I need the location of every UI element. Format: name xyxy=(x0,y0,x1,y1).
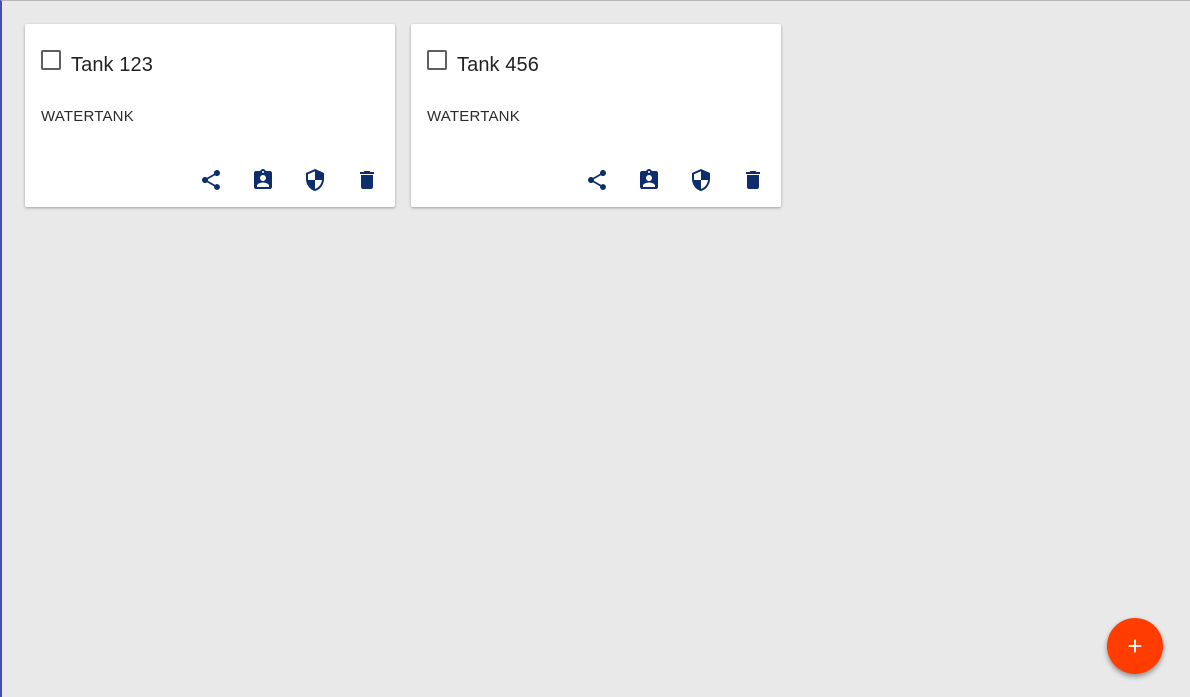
device-list-page: Tank 123 WATERTANK Tank 456 WATERTANK xyxy=(0,0,1190,697)
assignment-ind-icon xyxy=(637,168,661,192)
card-grid: Tank 123 WATERTANK Tank 456 WATERTANK xyxy=(25,24,781,207)
share-button[interactable] xyxy=(571,166,623,194)
delete-button[interactable] xyxy=(727,166,779,194)
security-button[interactable] xyxy=(289,166,341,194)
share-icon xyxy=(585,168,609,192)
shield-icon xyxy=(303,168,327,192)
delete-icon xyxy=(741,168,765,192)
device-card: Tank 456 WATERTANK xyxy=(411,24,781,207)
card-type: WATERTANK xyxy=(427,108,520,125)
card-actions xyxy=(571,166,779,194)
delete-button[interactable] xyxy=(341,166,393,194)
card-select-checkbox[interactable] xyxy=(41,50,61,70)
add-icon xyxy=(1124,635,1146,657)
card-type: WATERTANK xyxy=(41,108,134,125)
card-title: Tank 123 xyxy=(71,54,153,76)
assignment-ind-icon xyxy=(251,168,275,192)
security-button[interactable] xyxy=(675,166,727,194)
card-title: Tank 456 xyxy=(457,54,539,76)
share-icon xyxy=(199,168,223,192)
assign-user-button[interactable] xyxy=(623,166,675,194)
card-actions xyxy=(185,166,393,194)
shield-icon xyxy=(689,168,713,192)
add-device-button[interactable] xyxy=(1107,618,1163,674)
assign-user-button[interactable] xyxy=(237,166,289,194)
card-select-checkbox[interactable] xyxy=(427,50,447,70)
delete-icon xyxy=(355,168,379,192)
device-card: Tank 123 WATERTANK xyxy=(25,24,395,207)
share-button[interactable] xyxy=(185,166,237,194)
